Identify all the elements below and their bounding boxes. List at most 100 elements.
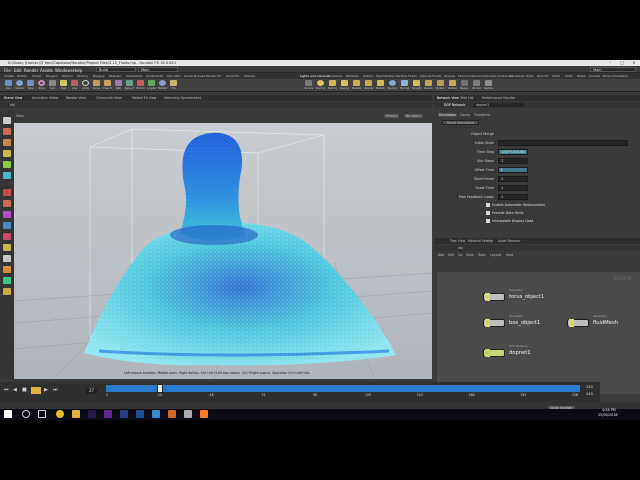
camera-tool[interactable]: Camera	[304, 80, 313, 91]
windows-icon[interactable]	[4, 410, 12, 418]
shelf-tab-collisions[interactable]: Collisions	[328, 74, 342, 78]
shelf-tab-cloud-fx[interactable]: Cloud FX	[226, 74, 239, 78]
shelf-tab-guide-process[interactable]: Guide Process	[184, 74, 205, 78]
ambient-light-tool[interactable]: Ambient Light	[448, 80, 457, 91]
playhead[interactable]	[157, 384, 164, 393]
network-path[interactable]: obj	[458, 246, 463, 250]
shelf-tab-texture[interactable]: Texture	[77, 74, 88, 78]
camera-tool-icon[interactable]	[3, 255, 11, 262]
node-dopnet1[interactable]: DOP Network dopnet1	[483, 344, 573, 358]
node-fluidmesh[interactable]: Geometry fluidMesh	[567, 314, 637, 328]
area-light-tool[interactable]: Area Light	[340, 80, 349, 91]
node-torus-object1[interactable]: Geometry torus_object1	[483, 288, 573, 302]
metaball-tool[interactable]: Metaball	[158, 80, 167, 91]
display-flag-icon[interactable]	[569, 319, 574, 327]
shelf-tab-polygon[interactable]: Polygon	[46, 74, 58, 78]
tube-tool[interactable]: Tube	[26, 80, 35, 91]
pose-icon[interactable]	[3, 172, 11, 179]
shelf-tab-oceans[interactable]: Oceans	[444, 74, 455, 78]
node-name-field[interactable]: dopnet1	[474, 103, 524, 107]
shelf-tab-container-tools[interactable]: Container Tools	[510, 74, 533, 78]
start-frame-field[interactable]: 1	[498, 176, 528, 182]
switcher-tool[interactable]: Switcher	[484, 80, 493, 91]
time-step-field[interactable]: 1/$FPS/$SUBS	[498, 149, 528, 155]
subtab-simulation[interactable]: Simulation	[438, 113, 457, 117]
vr-camera-tool[interactable]: VR Camera	[472, 80, 481, 91]
geometry-light-tool[interactable]: Geometry Light	[352, 80, 361, 91]
network-editor[interactable]: Scene Geometry torus_object1 Geometry bo…	[437, 272, 640, 394]
scale-icon[interactable]	[3, 150, 11, 157]
environment-light-tool[interactable]: Environment Light	[388, 80, 397, 91]
display-flag-icon[interactable]	[485, 349, 490, 357]
box-tool[interactable]: Box	[4, 80, 13, 91]
subtab-transform[interactable]: Transform	[474, 113, 490, 117]
display-flag-icon[interactable]	[485, 319, 490, 327]
persp-menu[interactable]: Persp ▾	[384, 114, 400, 118]
right-desktop-select[interactable]: Main	[590, 67, 636, 72]
chrome-icon[interactable]	[56, 410, 64, 418]
shelf-tab-rigging[interactable]: Rigging	[93, 74, 104, 78]
search-icon[interactable]	[22, 410, 30, 418]
vlc-icon[interactable]	[120, 410, 128, 418]
torus-tool[interactable]: Torus	[37, 80, 46, 91]
network-menu-edit[interactable]: Edit	[448, 253, 454, 257]
tab-animation-editor[interactable]: Animation Editor	[32, 96, 59, 100]
scale-time-field[interactable]: 1	[498, 185, 528, 191]
shelf-tab-wires[interactable]: Wires	[577, 74, 585, 78]
tab-performance-monitor[interactable]: Performance Monitor	[482, 96, 515, 100]
shelf-tab-rigid-bodies[interactable]: Rigid Bodies	[376, 74, 395, 78]
shelf-tab-modify[interactable]: Modify	[17, 74, 27, 78]
checkbox-icon[interactable]	[486, 219, 490, 223]
stereo-camera-tool[interactable]: Stereo Camera	[460, 80, 469, 91]
play-icon[interactable]	[31, 387, 41, 394]
step-forward-icon[interactable]: ▶	[44, 388, 48, 393]
checkbox-icon[interactable]	[486, 203, 490, 207]
network-menu-add[interactable]: Add	[438, 253, 444, 257]
line-tool[interactable]: Line	[70, 80, 79, 91]
shelf-tab-crowds[interactable]: Crowds	[589, 74, 600, 78]
ghost-icon[interactable]	[3, 288, 11, 295]
light-icon[interactable]	[3, 244, 11, 251]
reset-simulation-button[interactable]: Reset Simulation	[442, 120, 479, 125]
tab-tree-view[interactable]: Tree View	[450, 239, 465, 243]
select-icon[interactable]	[3, 117, 11, 124]
jump-start-icon[interactable]: ⏮	[4, 388, 9, 393]
check-provide-data-hints[interactable]: Provide Data Hints	[434, 210, 640, 218]
tab-render-view[interactable]: Render View	[66, 96, 86, 100]
visibility-icon[interactable]	[3, 277, 11, 284]
sky-light-tool[interactable]: Sky Light	[400, 80, 409, 91]
shelf-tab-deform[interactable]: Deform	[62, 74, 73, 78]
offset-time-field[interactable]: 0	[498, 167, 528, 173]
tab-take-list[interactable]: Take List	[460, 96, 474, 100]
curve-tool[interactable]: Curve	[92, 80, 101, 91]
tab-material-palette[interactable]: Material Palette	[468, 239, 493, 243]
houdini-active-icon[interactable]	[200, 410, 208, 418]
snap-icon[interactable]	[3, 211, 11, 218]
rotate-icon[interactable]	[3, 139, 11, 146]
shelf-tab-hair-utils[interactable]: Hair Utils	[167, 74, 181, 78]
view-icon[interactable]	[3, 200, 11, 207]
stop-icon[interactable]: ■	[22, 388, 27, 393]
grid-snap-icon[interactable]	[3, 222, 11, 229]
shelf-tab-pyro-fx[interactable]: Pyro FX	[537, 74, 548, 78]
caustic-light-tool[interactable]: Caustic Light	[424, 80, 433, 91]
main-desktop-select[interactable]: Main	[138, 67, 178, 72]
circle-tool[interactable]: Circle	[81, 80, 90, 91]
handle-icon[interactable]	[3, 161, 11, 168]
tab-geometry-spreadsheet[interactable]: Geometry Spreadsheet	[164, 96, 201, 100]
sphere-tool[interactable]: Sphere	[15, 80, 24, 91]
current-frame-field[interactable]: 27	[86, 388, 98, 394]
network-menu-tools[interactable]: Tools	[478, 253, 486, 257]
tab-scene-view[interactable]: Scene View	[4, 96, 22, 100]
clock-date[interactable]: 25/04/2018	[598, 413, 618, 417]
shelf-tab-terrain-fx[interactable]: Terrain FX	[206, 74, 221, 78]
network-menu-layout[interactable]: Layout	[490, 253, 501, 257]
render-region-icon[interactable]	[3, 189, 11, 196]
move-icon[interactable]	[3, 128, 11, 135]
shelf-tab-model[interactable]: Model	[32, 74, 41, 78]
aftereffects-icon[interactable]	[104, 410, 112, 418]
timeline-track[interactable]	[106, 384, 580, 393]
shelf-tab-populate-containers[interactable]: Populate Containers	[483, 74, 513, 78]
spot-light-tool[interactable]: Spot Light	[328, 80, 337, 91]
sub-steps-field[interactable]: 1	[498, 158, 528, 164]
